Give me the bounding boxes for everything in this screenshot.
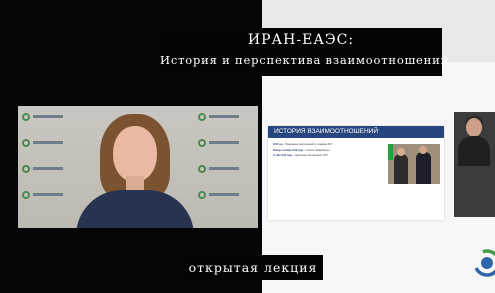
flag-icon bbox=[388, 144, 393, 160]
slide-bullet: 17 мая 2018 года – подписание Соглашения… bbox=[273, 155, 385, 158]
organization-logo-icon bbox=[473, 249, 495, 277]
presentation-slide[interactable]: ИСТОРИЯ ВЗАИМООТНОШЕНИЙ 2015 год – Прове… bbox=[268, 126, 444, 220]
watermark-logo-icon bbox=[22, 138, 66, 149]
photo-person bbox=[416, 152, 431, 184]
slide-bullet-lead: Январь-октябрь 2018 года bbox=[273, 149, 303, 152]
slide-bullet-lead: 2015 год bbox=[273, 144, 283, 146]
slide-bullet-list: 2015 год – Проведение консультаций по со… bbox=[273, 144, 385, 161]
speaker-body bbox=[76, 190, 194, 228]
title-main: ИРАН-ЕАЭС: bbox=[247, 32, 355, 48]
watermark-logo-icon bbox=[22, 112, 66, 123]
watermark-logo-icon bbox=[198, 190, 242, 201]
watermark-logo-icon bbox=[22, 164, 66, 175]
speaker-video-tile[interactable] bbox=[18, 106, 258, 228]
slide-bullet-lead: 17 мая 2018 года bbox=[273, 155, 292, 157]
slide-bullet: Январь-октябрь 2018 года – отмечен товар… bbox=[273, 150, 385, 153]
slide-title: ИСТОРИЯ ВЗАИМООТНОШЕНИЙ bbox=[274, 128, 379, 135]
photo-person-head bbox=[419, 146, 427, 154]
participant-body bbox=[458, 136, 490, 166]
photo-person-head bbox=[397, 148, 405, 156]
title-subtitle: История и перспектива взаимоотношений bbox=[160, 53, 450, 67]
speaker-face bbox=[113, 126, 157, 182]
title-banner: ИРАН-ЕАЭС: История и перспектива взаимоо… bbox=[160, 28, 450, 76]
slide-bullet-text: – Проведение консультаций по созданию ЗС… bbox=[282, 144, 333, 146]
watermark-logo-icon bbox=[198, 138, 242, 149]
slide-bullet-text: – подписание Соглашения о ЗСТ bbox=[291, 155, 328, 157]
caption-text: открытая лекция bbox=[188, 260, 318, 275]
slide-bullet: 2015 год – Проведение консультаций по со… bbox=[273, 144, 385, 147]
watermark-logo-icon bbox=[22, 190, 66, 201]
photo-person bbox=[394, 154, 408, 184]
logo-core bbox=[481, 257, 493, 269]
slide-header: ИСТОРИЯ ВЗАИМООТНОШЕНИЙ bbox=[268, 126, 444, 138]
caption-banner: открытая лекция bbox=[183, 255, 323, 280]
slide-bullet-text: – отмечен товарооборот bbox=[302, 149, 330, 152]
slide-photo bbox=[388, 144, 440, 184]
participant-video-tile[interactable] bbox=[454, 112, 495, 217]
watermark-logo-icon bbox=[198, 112, 242, 123]
participant-face bbox=[466, 118, 482, 137]
watermark-logo-icon bbox=[198, 164, 242, 175]
